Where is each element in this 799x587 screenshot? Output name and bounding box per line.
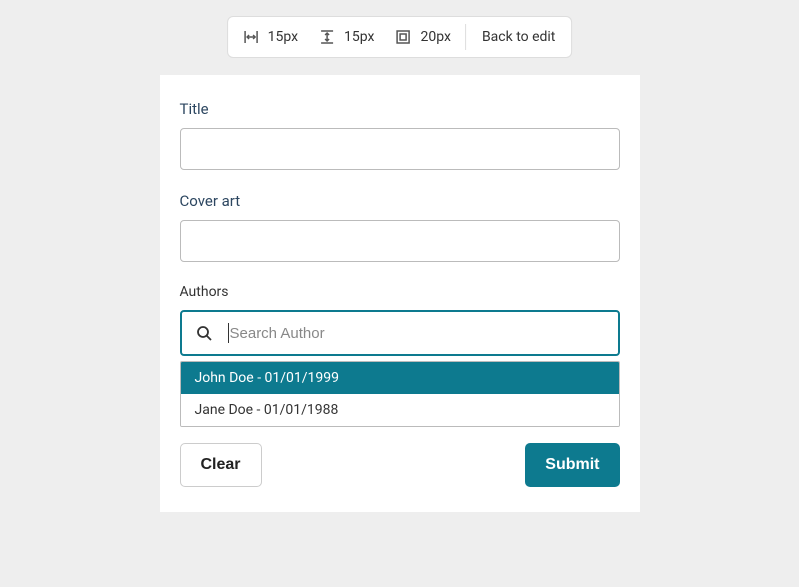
title-label: Title xyxy=(180,100,620,118)
hspace-icon xyxy=(242,28,260,46)
vspace-icon xyxy=(318,28,336,46)
cover-art-label: Cover art xyxy=(180,192,620,210)
text-cursor xyxy=(228,323,229,343)
hspace-control[interactable]: 15px xyxy=(232,28,308,46)
toolbar: 15px 15px 20px Back to edit xyxy=(227,16,573,58)
authors-dropdown: John Doe - 01/01/1999 Jane Doe - 01/01/1… xyxy=(180,361,620,427)
authors-search-input[interactable] xyxy=(180,310,620,356)
authors-search-wrapper xyxy=(180,310,620,356)
vspace-value: 15px xyxy=(344,29,374,45)
clear-button[interactable]: Clear xyxy=(180,443,262,487)
vspace-control[interactable]: 15px xyxy=(308,28,384,46)
button-row: Clear Submit xyxy=(180,443,620,487)
padding-control[interactable]: 20px xyxy=(385,28,461,46)
title-input[interactable] xyxy=(180,128,620,170)
back-to-edit-link[interactable]: Back to edit xyxy=(470,29,567,45)
authors-label: Authors xyxy=(180,284,620,300)
cover-art-input[interactable] xyxy=(180,220,620,262)
form-card: Title Cover art Authors John Doe - 01/01… xyxy=(160,75,640,512)
toolbar-divider xyxy=(465,24,466,50)
hspace-value: 15px xyxy=(268,29,298,45)
dropdown-item[interactable]: John Doe - 01/01/1999 xyxy=(181,362,619,394)
padding-icon xyxy=(395,28,413,46)
dropdown-item[interactable]: Jane Doe - 01/01/1988 xyxy=(181,394,619,426)
padding-value: 20px xyxy=(421,29,451,45)
submit-button[interactable]: Submit xyxy=(525,443,619,487)
